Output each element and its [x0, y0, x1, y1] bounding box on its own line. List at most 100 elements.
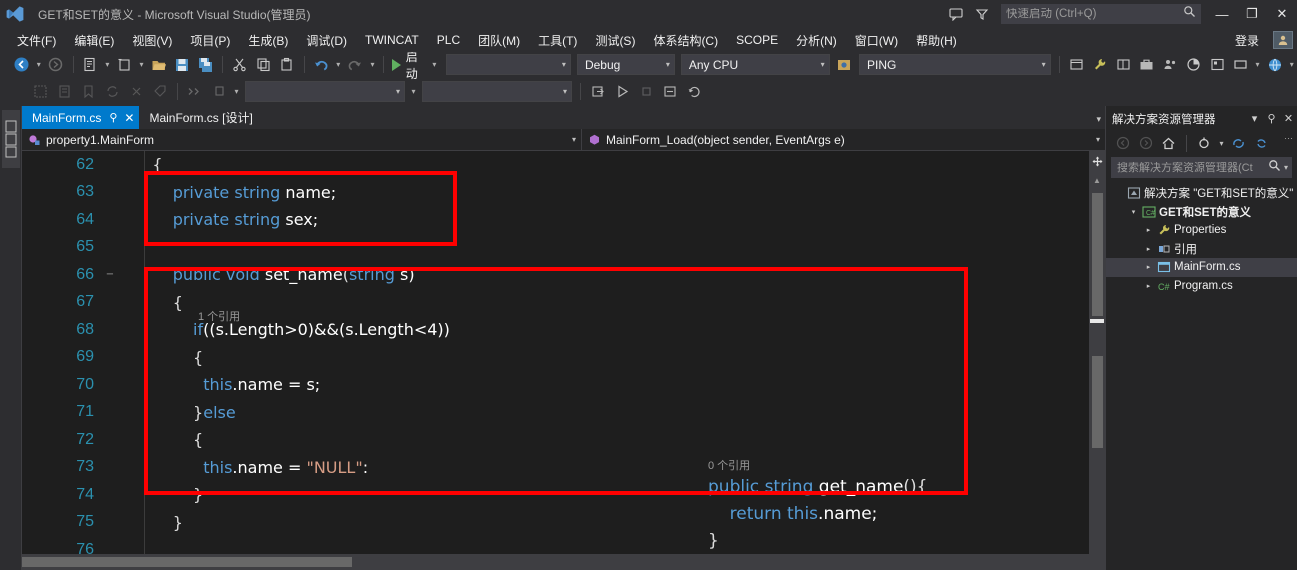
menu-item-architecture[interactable]: 体系结构(C): [644, 29, 727, 52]
code-line[interactable]: 62 {: [22, 151, 1105, 179]
menu-item-test[interactable]: 测试(S): [586, 29, 644, 52]
open-file-icon[interactable]: [147, 54, 170, 76]
navigate-back-dropdown-icon[interactable]: ▾: [33, 54, 44, 76]
signin-button[interactable]: 登录: [1229, 32, 1265, 49]
home-icon[interactable]: [1158, 133, 1179, 153]
refresh-icon[interactable]: [1228, 133, 1249, 153]
navigate-forward-icon[interactable]: [44, 54, 67, 76]
toolbox-icon[interactable]: [1135, 54, 1158, 76]
comment-icon[interactable]: [28, 80, 52, 102]
code-line[interactable]: 69 {: [22, 344, 1105, 372]
run-icon[interactable]: [610, 80, 634, 102]
step-into-icon[interactable]: [586, 80, 610, 102]
menu-item-scope[interactable]: SCOPE: [727, 30, 787, 50]
attach-process-icon[interactable]: [833, 54, 856, 76]
solution-tree-item[interactable]: ▾ C# GET和SET的意义: [1106, 203, 1297, 222]
code-line[interactable]: 73 this.name = "NULL":: [22, 454, 1105, 482]
uncomment-icon[interactable]: [52, 80, 76, 102]
navbar-type-combo[interactable]: property1.MainForm ▾: [22, 128, 582, 151]
close-icon[interactable]: ✕: [124, 111, 134, 125]
browser-dropdown-icon[interactable]: ▾: [1286, 54, 1297, 76]
undo-dropdown-icon[interactable]: ▾: [333, 54, 344, 76]
hscrollbar-thumb[interactable]: [22, 557, 352, 567]
close-button[interactable]: ✕: [1267, 0, 1297, 28]
new-project-dropdown-icon[interactable]: ▾: [102, 54, 113, 76]
pie-icon[interactable]: [1182, 54, 1205, 76]
editor-vertical-scrollbar[interactable]: ▲: [1089, 151, 1105, 554]
editor-splitter-handle[interactable]: [1089, 151, 1105, 171]
menu-item-team[interactable]: 团队(M): [469, 29, 529, 52]
startup-target-combo[interactable]: ▾: [445, 54, 571, 75]
bookmark-icon[interactable]: [76, 80, 100, 102]
collapse-all-icon[interactable]: [1251, 133, 1272, 153]
expand-arrow-icon[interactable]: ▸: [1142, 226, 1155, 234]
back-icon[interactable]: [1112, 133, 1133, 153]
cut-icon[interactable]: [228, 54, 251, 76]
copy-icon[interactable]: [252, 54, 275, 76]
step-out-icon[interactable]: [658, 80, 682, 102]
menu-item-project[interactable]: 项目(P): [181, 29, 239, 52]
quick-launch-box[interactable]: [1001, 4, 1201, 24]
sync-icon[interactable]: [100, 80, 124, 102]
window-icon[interactable]: [1065, 54, 1088, 76]
attach-process-combo[interactable]: PING ▾: [859, 54, 1051, 75]
wrench-icon[interactable]: [1088, 54, 1111, 76]
undo-icon[interactable]: [309, 54, 332, 76]
solution-explorer-search-input[interactable]: [1117, 161, 1268, 174]
solution-tree-item[interactable]: ▸ Properties: [1106, 221, 1297, 240]
menu-item-twincat[interactable]: TWINCAT: [356, 30, 428, 50]
menu-item-window[interactable]: 窗口(W): [846, 29, 907, 52]
solution-config-combo[interactable]: Debug ▾: [576, 54, 675, 75]
menu-item-help[interactable]: 帮助(H): [907, 29, 966, 52]
chevron-down-icon[interactable]: ▾: [1096, 114, 1101, 125]
code-line[interactable]: 63 private string name;: [22, 179, 1105, 207]
maximize-button[interactable]: ❐: [1237, 0, 1267, 28]
solution-tree-item[interactable]: ▸ 引用: [1106, 240, 1297, 259]
compare-icon[interactable]: [183, 80, 207, 102]
forward-icon[interactable]: [1135, 133, 1156, 153]
code-line[interactable]: 66− public void set_name(string s): [22, 261, 1105, 289]
code-line[interactable]: 72 {: [22, 426, 1105, 454]
editor-combo-2[interactable]: ▾: [422, 80, 572, 102]
code-line[interactable]: 75 }: [22, 509, 1105, 537]
step-icon[interactable]: [207, 80, 231, 102]
code-line[interactable]: 65: [22, 234, 1105, 262]
scrollbar-thumb[interactable]: [1092, 356, 1103, 448]
filter-icon[interactable]: [969, 0, 995, 28]
redo-icon[interactable]: [344, 54, 367, 76]
browser-icon[interactable]: [1263, 54, 1286, 76]
save-icon[interactable]: [170, 54, 193, 76]
account-icon[interactable]: [1273, 31, 1293, 49]
chevron-down-icon[interactable]: ▾: [1281, 163, 1288, 172]
tag-icon[interactable]: [148, 80, 172, 102]
solution-platform-combo[interactable]: Any CPU ▾: [680, 54, 830, 75]
expand-arrow-icon[interactable]: ▸: [1142, 245, 1155, 253]
solution-tree-item[interactable]: ▸ MainForm.cs: [1106, 258, 1297, 277]
code-line[interactable]: 74 }: [22, 481, 1105, 509]
scroll-up-arrow-icon[interactable]: ▲: [1089, 173, 1105, 187]
editor-combo-1[interactable]: ▾: [245, 80, 405, 102]
editor-combo-1-overflow-icon[interactable]: ▾: [408, 80, 419, 102]
solution-tree-item[interactable]: 解决方案 "GET和SET的意义": [1106, 184, 1297, 203]
menu-item-tools[interactable]: 工具(T): [529, 29, 586, 52]
document-tab-mainform-designer[interactable]: MainForm.cs [设计]: [139, 106, 258, 129]
minimize-button[interactable]: —: [1207, 0, 1237, 28]
document-tab-mainform-cs[interactable]: MainForm.cs ⚲ ✕: [22, 106, 140, 129]
chevron-down-icon[interactable]: ▾: [1246, 106, 1263, 131]
object-browser-icon[interactable]: [1205, 54, 1228, 76]
pin-icon[interactable]: ⚲: [1263, 106, 1280, 131]
properties-window-icon[interactable]: [1112, 54, 1135, 76]
start-dropdown-icon[interactable]: ▾: [429, 54, 440, 76]
new-item-dropdown-icon[interactable]: ▾: [136, 54, 147, 76]
code-line[interactable]: 70 this.name = s;: [22, 371, 1105, 399]
quick-launch-input[interactable]: [1006, 8, 1183, 20]
navbar-member-combo[interactable]: MainForm_Load(object sender, EventArgs e…: [582, 129, 1105, 151]
redo-dropdown-icon[interactable]: ▾: [367, 54, 378, 76]
overlay-codelens[interactable]: 0 个引用: [708, 459, 928, 474]
expand-arrow-icon[interactable]: ▸: [1142, 263, 1155, 271]
menu-item-edit[interactable]: 编辑(E): [65, 29, 123, 52]
menu-item-view[interactable]: 视图(V): [123, 29, 181, 52]
expand-arrow-icon[interactable]: ▾: [1127, 208, 1140, 216]
code-line[interactable]: 76: [22, 536, 1105, 554]
menu-item-build[interactable]: 生成(B): [239, 29, 297, 52]
